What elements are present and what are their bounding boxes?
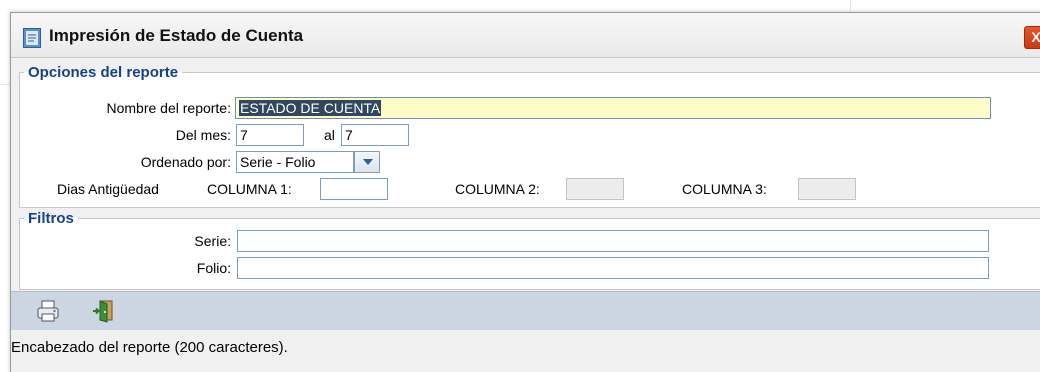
title-bar[interactable]: Impresión de Estado de Cuenta X	[11, 13, 1040, 58]
background-line	[850, 0, 851, 12]
serie-field[interactable]	[237, 230, 989, 252]
ordenado-label: Ordenado por:	[140, 154, 231, 170]
nombre-reporte-field[interactable]: ESTADO DE CUENTA	[235, 97, 991, 119]
print-button[interactable]	[35, 298, 61, 324]
filtros-legend: Filtros	[28, 210, 74, 227]
exit-door-icon	[93, 300, 113, 323]
chevron-down-icon	[363, 159, 373, 165]
del-mes-label: Del mes:	[175, 127, 231, 143]
window-title: Impresión de Estado de Cuenta	[49, 26, 304, 45]
printer-icon	[37, 300, 59, 322]
columna2-label: COLUMNA 2:	[455, 181, 540, 197]
columna1-field[interactable]	[320, 178, 388, 200]
columna3-field	[798, 178, 856, 200]
ordenado-select[interactable]: Serie - Folio	[236, 151, 354, 173]
al-label: al	[324, 127, 335, 143]
columna3-label: COLUMNA 3:	[682, 181, 767, 197]
background-line	[0, 84, 10, 85]
columna2-field	[566, 178, 624, 200]
toolbar	[11, 291, 1040, 330]
ordenado-dropdown-button[interactable]	[354, 151, 380, 173]
exit-button[interactable]	[91, 298, 117, 324]
del-mes-field[interactable]: 7	[236, 124, 304, 146]
al-mes-field[interactable]: 7	[341, 124, 409, 146]
close-button[interactable]: X	[1024, 26, 1040, 49]
dialog-window: Impresión de Estado de Cuenta X Opciones…	[10, 12, 1040, 372]
opciones-legend: Opciones del reporte	[28, 64, 179, 81]
folio-field[interactable]	[237, 257, 989, 279]
nombre-label: Nombre del reporte:	[106, 100, 231, 116]
columna1-label: COLUMNA 1:	[207, 181, 292, 197]
status-bar-text: Encabezado del reporte (200 caracteres).	[11, 339, 288, 356]
nombre-reporte-value: ESTADO DE CUENTA	[239, 100, 382, 116]
report-window-icon	[23, 28, 41, 51]
dias-antiguedad-label: Dias Antigüedad	[57, 181, 159, 197]
folio-label: Folio:	[196, 260, 231, 276]
serie-label: Serie:	[194, 233, 231, 249]
